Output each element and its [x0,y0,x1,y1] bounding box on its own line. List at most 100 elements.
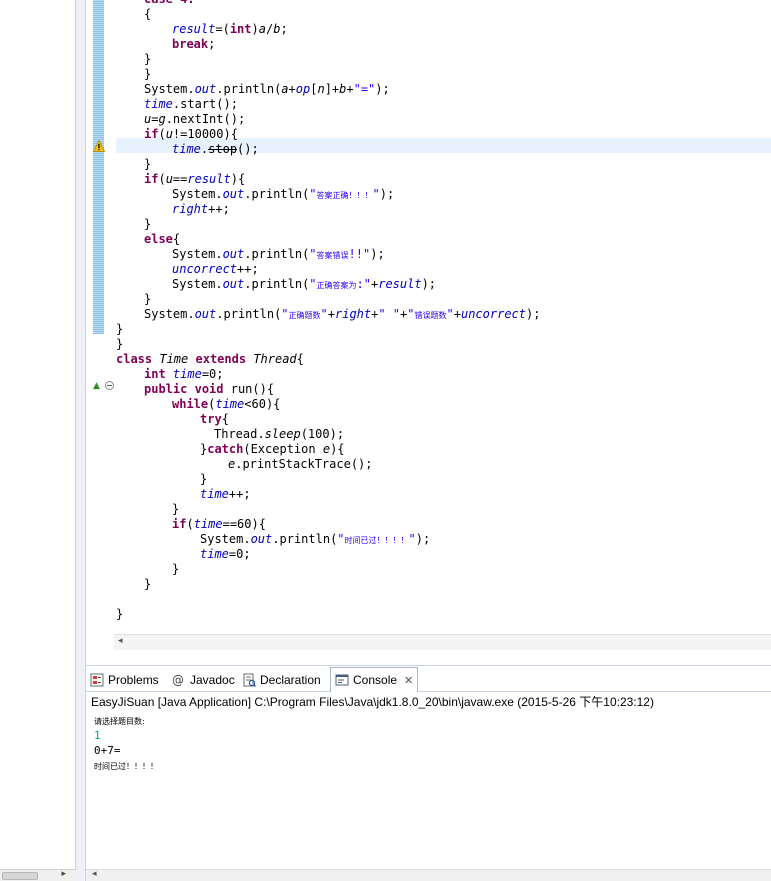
code-line[interactable]: System.out.println("时间已过！！！！"); [200,532,430,547]
code-line[interactable]: if(time==60){ [172,517,266,532]
code-token: ( [186,517,194,531]
code-line[interactable]: System.out.println("正确答案为:"+result); [172,277,436,292]
fold-collapse-icon[interactable] [105,381,114,390]
code-line[interactable]: else{ [144,232,180,247]
code-token: ( [158,172,166,186]
code-token: } [144,52,152,66]
warning-icon[interactable] [93,140,105,152]
code-line[interactable]: } [144,157,151,172]
code-line[interactable]: result=(int)a/b; [172,22,288,37]
code-token: a [258,22,266,36]
code-token: " [320,307,328,321]
problems-icon [90,673,104,687]
code-line[interactable]: if(u==result){ [144,172,245,187]
code-line[interactable]: u=g.nextInt(); [144,112,245,127]
code-token: } [144,217,152,231]
code-token: System. [144,82,195,96]
code-line[interactable]: System.out.println("答案正确！！！"); [172,187,394,202]
code-token: case 4: [144,0,195,6]
console-line: 0+7= [94,744,121,757]
code-line[interactable]: System.out.println(a+op[n]+b+"="); [144,82,390,97]
code-line[interactable]: while(time<60){ [172,397,280,412]
code-line[interactable]: uncorrect++; [172,262,259,277]
code-line[interactable]: } [172,502,179,517]
code-token: .println( [244,187,310,201]
close-icon[interactable]: ✕ [404,674,413,687]
code-line[interactable]: case 4: [144,0,195,7]
scroll-left-arrow-icon[interactable]: ◂ [92,869,97,879]
code-line[interactable]: } [116,322,123,337]
editor-hscrollbar[interactable]: ◂ [114,634,771,650]
code-token: System. [200,532,251,546]
code-line[interactable]: }catch(Exception e){ [200,442,345,457]
code-line[interactable]: } [200,472,207,487]
code-token: (100); [300,427,345,441]
console-output[interactable]: 请选择题目数: 1 0+7= 时间已过！！！！ [86,712,771,869]
code-line[interactable]: System.out.println("答案错误!!"); [172,247,385,262]
code-line[interactable]: class Time extends Thread{ [116,352,304,367]
code-line[interactable]: } [116,337,123,352]
code-line[interactable]: } [144,217,151,232]
tab-console-label: Console [353,673,398,687]
view-divider [76,0,86,881]
code-token: while [172,397,209,411]
code-line[interactable]: } [116,607,123,622]
code-token: catch [207,442,244,456]
code-token: uncorrect [172,262,238,276]
code-line[interactable]: time.start(); [144,97,238,112]
code-token: " [281,307,289,321]
code-token: .start(); [172,97,238,111]
code-line[interactable]: time.stop(); [172,142,259,157]
code-line[interactable]: time=0; [200,547,251,562]
code-line[interactable]: public void run(){ [144,382,274,397]
code-token: 答案错误 [316,251,349,260]
scroll-thumb[interactable] [2,872,38,880]
scroll-left-arrow-icon[interactable]: ◂ [118,636,123,646]
code-token: 正确答案为 [316,281,357,290]
code-token: op [295,82,311,96]
code-token: " [372,187,380,201]
code-line[interactable]: System.out.println("正确题数"+right+" "+"错误题… [144,307,540,322]
tab-problems[interactable]: Problems [90,668,159,692]
code-token: n [317,82,325,96]
code-line[interactable]: } [172,562,179,577]
override-marker-icon[interactable]: ▲ [93,380,100,392]
code-token: (Exception [243,442,323,456]
code-line[interactable]: try{ [200,412,229,427]
tab-declaration[interactable]: Declaration [242,668,321,692]
code-token: u [165,172,173,186]
code-line[interactable]: e.printStackTrace(); [228,457,373,472]
code-token: result [172,22,216,36]
code-token: + [327,307,335,321]
tab-console[interactable]: Console ✕ [330,667,419,692]
code-token: { [296,352,304,366]
code-token: ]+ [324,82,340,96]
code-token: ){ [230,172,246,186]
code-token: ); [421,277,437,291]
code-line[interactable]: Thread.sleep(100); [214,427,344,442]
code-token: ); [379,187,395,201]
code-token: try [200,412,222,426]
code-area[interactable]: case 4:{result=(int)a/b;break;}}System.o… [116,0,771,640]
code-line[interactable]: } [144,52,151,67]
code-line[interactable]: } [144,67,151,82]
console-line: 1 [94,729,101,742]
code-token: ); [370,247,385,261]
console-process-header: EasyJiSuan [Java Application] C:\Program… [86,692,771,712]
code-line[interactable]: break; [172,37,215,52]
code-token: out [222,247,245,261]
code-token: System. [144,307,195,321]
scroll-right-arrow-icon[interactable]: ▸ [61,869,66,879]
code-line[interactable]: } [144,292,151,307]
code-line[interactable]: int time=0; [144,367,224,382]
console-hscrollbar[interactable]: ◂ [86,869,771,881]
package-explorer-hscrollbar[interactable]: ▸ [0,869,76,881]
code-line[interactable]: if(u!=10000){ [144,127,238,142]
code-token: ); [526,307,541,321]
tab-javadoc[interactable]: @ Javadoc [172,668,235,692]
java-editor[interactable]: ▲ case 4:{result=(int)a/b;break;}}System… [86,0,771,650]
code-line[interactable]: { [144,7,151,22]
code-line[interactable]: right++; [172,202,230,217]
code-line[interactable]: } [144,577,151,592]
code-line[interactable]: time++; [200,487,251,502]
